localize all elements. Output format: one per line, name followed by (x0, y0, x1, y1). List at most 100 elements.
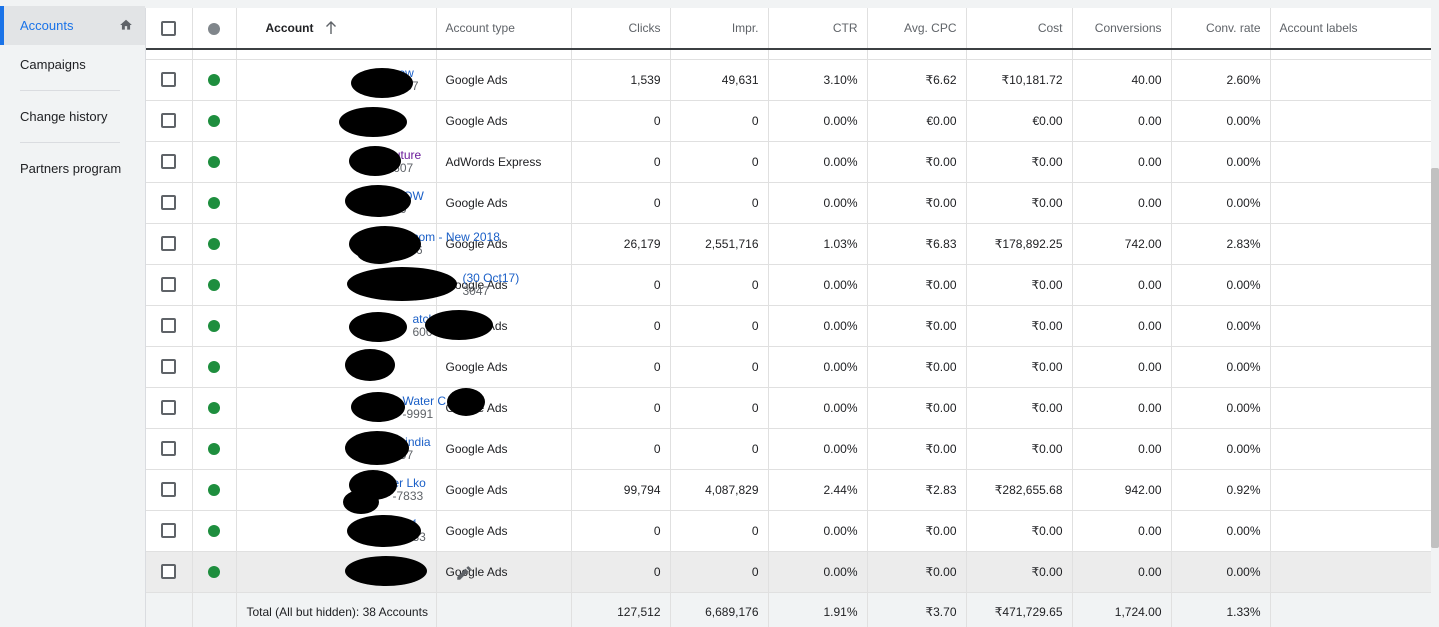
impr-cell: 0 (670, 264, 769, 306)
cost-cell: ₹0.00 (966, 182, 1073, 224)
ctr-cell: 0.00% (768, 387, 868, 429)
account-type-cell: Google Ads (436, 59, 572, 101)
redaction-mark (356, 241, 401, 264)
status-header[interactable] (192, 8, 237, 50)
clicks-cell: 0 (571, 264, 671, 306)
ctr-cell: 0.00% (768, 182, 868, 224)
avg-cpc-cell: ₹0.00 (867, 264, 967, 306)
ctr-cell: 3.10% (768, 59, 868, 101)
account-cell[interactable]: atch. 600 (236, 305, 493, 347)
account-cell[interactable]: Future 4607 (236, 141, 437, 183)
account-cell[interactable]: nic india0797 (236, 428, 437, 470)
select-all-checkbox[interactable] (161, 20, 177, 36)
ctr-cell: 0.00% (768, 264, 868, 306)
conversions-header[interactable]: Conversions (1072, 8, 1172, 50)
row-checkbox[interactable] (161, 564, 177, 580)
account-cell[interactable]: a.com - New 2018796 (236, 223, 500, 265)
ctr-cell: 0.00% (768, 100, 868, 142)
clicks-cell: 1,539 (571, 59, 671, 101)
vertical-scrollbar[interactable] (1431, 168, 1439, 548)
status-filter-icon (208, 22, 220, 35)
row-checkbox[interactable] (161, 195, 177, 211)
conv-rate-cell: 2.60% (1171, 59, 1271, 101)
redaction-mark (446, 387, 485, 416)
account-name-link[interactable]: er Lko (393, 476, 427, 490)
account-type-cell: Google Ads (436, 346, 572, 388)
account-cell[interactable]: Water C Studio -9991 (236, 387, 485, 429)
sidebar-item-change-history[interactable]: Change history (0, 97, 145, 136)
row-checkbox[interactable] (161, 277, 177, 293)
table-row[interactable]: cticeGoogle Ads000.00%₹0.00₹0.000.000.00… (146, 551, 1431, 593)
avg-cpc-cell: €0.00 (867, 100, 967, 142)
table-row[interactable]: Realty-1421Google Ads000.00%₹0.00₹0.000.… (146, 346, 1431, 388)
row-checkbox[interactable] (161, 359, 177, 375)
table-row[interactable]: KNOW430Google Ads000.00%₹0.00₹0.000.000.… (146, 182, 1431, 224)
table-row[interactable]: Future 4607 AdWords Express 0 0 0.00% ₹0.00 ₹0.… (146, 141, 1431, 183)
avg-cpc-header[interactable]: Avg. CPC (867, 8, 967, 50)
impr-header[interactable]: Impr. (670, 8, 769, 50)
home-icon[interactable] (119, 18, 133, 32)
table-row[interactable]: atch.600Google Ads000.00%₹0.00₹0.000.000… (146, 305, 1431, 347)
avg-cpc-cell: ₹6.83 (867, 223, 967, 265)
table-row[interactable]: (30 Oct17) 3047 Google Ads 0 0 0.00% ₹0.00 ₹0.0… (146, 264, 1431, 306)
account-cell[interactable]: (30 Oct17) 3047 (236, 264, 519, 306)
impr-cell: 0 (670, 100, 769, 142)
account-cell[interactable]: ctice (236, 551, 471, 593)
row-checkbox[interactable] (161, 482, 177, 498)
conversions-cell: 942.00 (1072, 469, 1172, 511)
row-checkbox[interactable] (161, 441, 177, 457)
avg-cpc-cell: ₹0.00 (867, 510, 967, 552)
account-cell[interactable]: KNOW430 (236, 182, 437, 224)
account-cell[interactable]: ow787 (236, 59, 437, 101)
cost-cell: ₹0.00 (966, 551, 1073, 593)
account-labels-cell (1270, 223, 1431, 265)
row-checkbox[interactable] (161, 154, 177, 170)
account-name-link[interactable]: Water C Studio (403, 394, 484, 408)
impr-cell: 0 (670, 510, 769, 552)
account-type-header[interactable]: Account type (436, 8, 572, 50)
account-cell[interactable]: M4560 (236, 100, 437, 142)
account-cell[interactable]: Realty-1421 (236, 346, 437, 388)
total-label: Total (All but hidden): 38 Accounts (236, 592, 437, 627)
ctr-cell: 0.00% (768, 428, 868, 470)
row-checkbox[interactable] (161, 523, 177, 539)
sidebar-item-label: Accounts (20, 18, 74, 33)
row-checkbox[interactable] (161, 72, 177, 88)
arrow-up-icon[interactable] (325, 21, 337, 35)
avg-cpc-cell: ₹0.00 (867, 182, 967, 224)
table-row[interactable]: ow787Google Ads1,53949,6313.10%₹6.62₹10,… (146, 59, 1431, 101)
sidebar-item-campaigns[interactable]: Campaigns (0, 45, 145, 84)
account-column-header[interactable]: Account (236, 8, 437, 50)
row-checkbox[interactable] (161, 400, 177, 416)
conv-rate-cell: 0.00% (1171, 305, 1271, 347)
conversions-cell: 0.00 (1072, 551, 1172, 593)
table-row[interactable]: a.com - New 2018796Google Ads26,1792,551… (146, 223, 1431, 265)
account-cell[interactable]: er Lko -7833 (236, 469, 437, 514)
ctr-header[interactable]: CTR (768, 8, 868, 50)
account-labels-cell (1270, 100, 1431, 142)
conv-rate-header[interactable]: Conv. rate (1171, 8, 1271, 50)
edit-pencil-icon[interactable] (455, 564, 473, 582)
row-checkbox[interactable] (161, 236, 177, 252)
table-row[interactable]: M4560Google Ads000.00%€0.00€0.000.000.00… (146, 100, 1431, 142)
impr-cell: 2,551,716 (670, 223, 769, 265)
table-row[interactable]: Water C Studio-9991Google Ads000.00%₹0.0… (146, 387, 1431, 429)
conversions-cell: 0.00 (1072, 387, 1172, 429)
ctr-cell: 0.00% (768, 141, 868, 183)
cost-cell: ₹0.00 (966, 264, 1073, 306)
account-labels-header[interactable]: Account labels (1270, 8, 1431, 50)
table-row[interactable]: f33Google Ads000.00%₹0.00₹0.000.000.00% (146, 510, 1431, 552)
sidebar-item-partners-program[interactable]: Partners program (0, 149, 145, 188)
row-checkbox[interactable] (161, 113, 177, 129)
account-labels-cell (1270, 469, 1431, 511)
google-ads-manager-accounts-page: Accounts Campaigns Change history Partne… (0, 0, 1439, 627)
account-cell[interactable]: f33 (236, 510, 437, 552)
row-checkbox[interactable] (161, 318, 177, 334)
total-impr: 6,689,176 (670, 592, 769, 627)
clicks-header[interactable]: Clicks (571, 8, 671, 50)
conv-rate-cell: 0.92% (1171, 469, 1271, 511)
table-row[interactable]: nic india0797Google Ads000.00%₹0.00₹0.00… (146, 428, 1431, 470)
sidebar-item-accounts[interactable]: Accounts (0, 6, 145, 45)
cost-header[interactable]: Cost (966, 8, 1073, 50)
table-row[interactable]: er Lko -7833 Google Ads 99,794 4,087,829 2.44… (146, 469, 1431, 514)
